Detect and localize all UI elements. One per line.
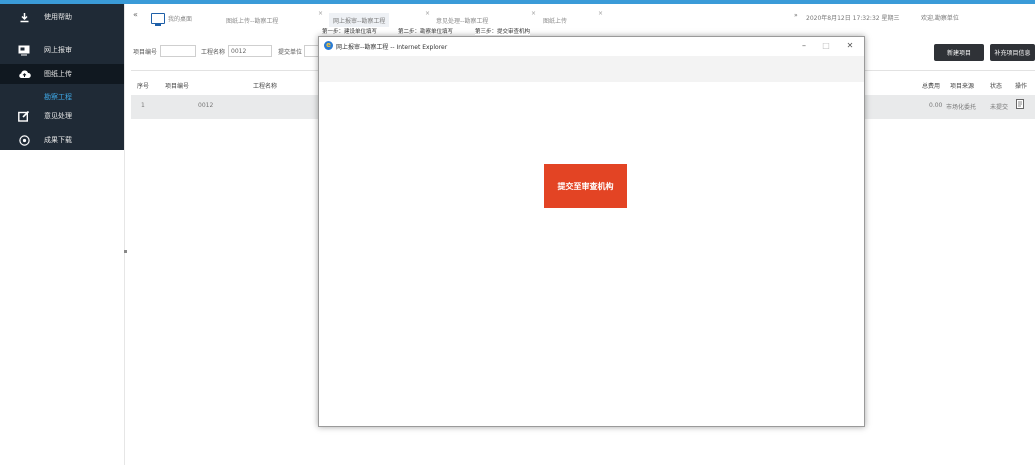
splitter-handle[interactable] <box>124 250 127 253</box>
step-tab-1[interactable]: 第一步：建设单位填写 <box>322 27 377 35</box>
document-icon[interactable] <box>1016 99 1024 111</box>
minimize-icon[interactable]: – <box>796 39 812 53</box>
supplement-info-button[interactable]: 补充项目信息 <box>990 44 1035 61</box>
tab-close-icon[interactable]: × <box>531 10 536 17</box>
submit-to-review-button[interactable]: 提交至审查机构 <box>544 164 627 208</box>
sidebar-subitem-survey[interactable]: 勘察工程 <box>0 90 124 104</box>
dialog-title: 网上报审--勘察工程 -- Internet Explorer <box>336 44 448 51</box>
sidebar: 使用帮助 网上报审 图纸上传 勘察工程 意见处理 成果下载 <box>0 4 124 150</box>
sidebar-divider <box>124 4 125 465</box>
step-tab-3[interactable]: 第三步：提交审查机构 <box>475 27 531 35</box>
maximize-icon[interactable]: □ <box>818 39 834 53</box>
col-header-name: 工程名称 <box>253 83 278 90</box>
tab-online-review[interactable]: 网上报审--勘察工程 <box>329 13 390 27</box>
desktop-icon[interactable] <box>151 13 165 26</box>
sidebar-item-help[interactable]: 使用帮助 <box>0 7 124 27</box>
step-tab-2[interactable]: 第二步：勘察单位填写 <box>398 27 453 35</box>
ie-logo-icon: e <box>324 41 333 50</box>
col-header-source: 项目来源 <box>950 83 975 90</box>
cloud-upload-icon <box>17 68 31 80</box>
submit-unit-label: 提交单位 <box>278 49 303 56</box>
cell-name: 0012 <box>198 102 214 109</box>
col-header-index: 序号 <box>137 83 150 90</box>
project-name-input[interactable]: 0012 <box>228 45 272 57</box>
tab-feedback[interactable]: 意见处理--勘察工程 <box>436 13 488 27</box>
project-no-label: 项目编号 <box>133 49 158 56</box>
col-header-status: 状态 <box>990 83 1003 90</box>
tab-scroll-left-icon[interactable]: « <box>133 10 138 19</box>
tab-scroll-right-icon[interactable]: » <box>794 12 798 19</box>
cell-index: 1 <box>141 102 145 109</box>
cell-source: 市场化委托 <box>946 104 977 111</box>
project-no-input[interactable] <box>160 45 196 57</box>
close-icon[interactable]: ✕ <box>842 39 858 53</box>
dialog-titlebar[interactable]: e 网上报审--勘察工程 -- Internet Explorer – □ ✕ <box>319 37 864 56</box>
sidebar-item-label: 成果下载 <box>44 136 72 144</box>
col-header-action: 操作 <box>1015 83 1028 90</box>
ie-dialog: e 网上报审--勘察工程 -- Internet Explorer – □ ✕ <box>318 36 865 427</box>
sidebar-item-label: 使用帮助 <box>44 13 72 21</box>
tab-close-icon[interactable]: × <box>598 10 603 17</box>
col-header-project-no: 项目编号 <box>165 83 190 90</box>
tab-close-icon[interactable]: × <box>425 10 430 17</box>
monitor-icon <box>17 44 31 56</box>
cell-status: 未提交 <box>990 104 1009 111</box>
sidebar-item-label: 图纸上传 <box>44 70 72 78</box>
edit-icon <box>17 110 31 122</box>
sidebar-item-online-review[interactable]: 网上报审 <box>0 40 124 60</box>
sidebar-item-upload[interactable]: 图纸上传 <box>0 64 124 84</box>
new-project-button[interactable]: 新建项目 <box>934 44 984 61</box>
project-name-label: 工程名称 <box>201 49 226 56</box>
circle-plus-icon <box>17 134 31 146</box>
step-tabs <box>319 56 864 82</box>
tab-close-icon[interactable]: × <box>318 10 323 17</box>
welcome-text: 欢迎,勘察单位 <box>921 15 959 22</box>
datetime: 2020年8月12日 17:32:32 星期三 <box>806 15 900 22</box>
col-header-fee: 总费用 <box>922 83 941 90</box>
sidebar-item-download[interactable]: 成果下载 <box>0 130 124 150</box>
cell-fee: 0.00 <box>929 102 943 109</box>
dialog-body <box>319 82 864 426</box>
sidebar-item-feedback[interactable]: 意见处理 <box>0 106 124 126</box>
tab-upload-2[interactable]: 图纸上传 <box>543 13 567 27</box>
sidebar-item-label: 意见处理 <box>44 112 72 120</box>
sidebar-item-label: 网上报审 <box>44 46 72 54</box>
top-accent-line <box>0 0 1035 4</box>
tab-upload[interactable]: 图纸上传--勘察工程 <box>226 13 278 27</box>
tab-home[interactable]: 我的桌面 <box>168 11 192 25</box>
download-icon <box>17 11 31 23</box>
